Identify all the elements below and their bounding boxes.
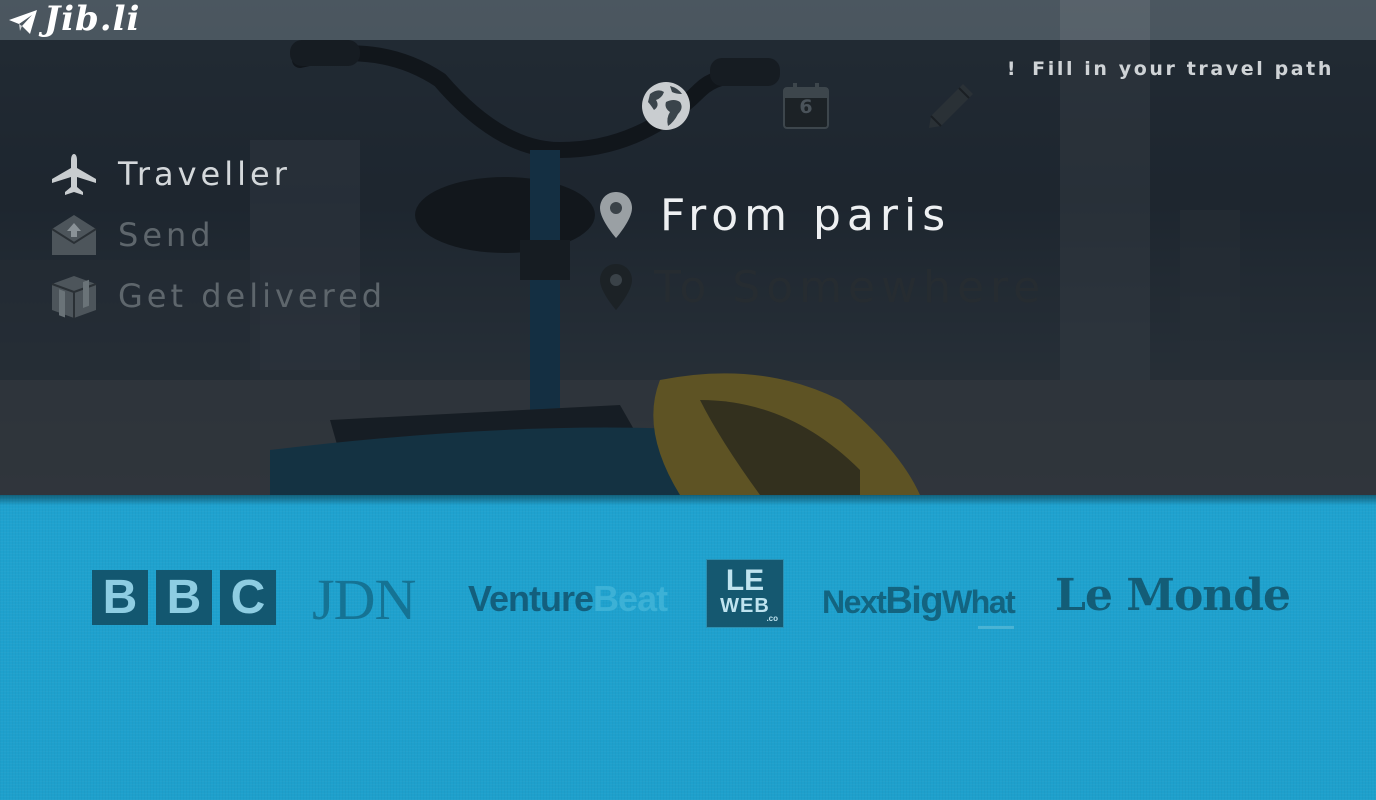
press-logo-lemonde[interactable]: Le Monde xyxy=(1055,570,1291,621)
pencil-icon xyxy=(929,84,973,128)
top-bar: Jib.li xyxy=(0,0,1376,40)
role-label: Get delivered xyxy=(118,277,387,315)
brand-name: Jib.li xyxy=(44,0,141,39)
role-menu: Traveller Send Get delivered xyxy=(50,145,386,328)
step-route[interactable] xyxy=(640,80,692,132)
step-date[interactable]: 6 xyxy=(780,80,832,132)
venturebeat-part: Venture xyxy=(468,578,594,619)
airplane-icon xyxy=(50,151,100,197)
globe-icon xyxy=(642,82,690,130)
calendar-day: 6 xyxy=(799,96,813,118)
route-from-row xyxy=(598,185,1280,245)
step-indicator: 6 xyxy=(640,80,980,136)
paper-plane-icon xyxy=(9,10,37,34)
press-logo-bbc[interactable]: B B C xyxy=(92,570,276,625)
press-logo-leweb[interactable]: LE WEB .co xyxy=(706,559,784,628)
nextbigwhat-part: What xyxy=(942,584,1016,620)
role-label: Traveller xyxy=(118,155,291,193)
press-band xyxy=(0,495,1376,800)
role-get-delivered[interactable]: Get delivered xyxy=(50,267,386,325)
map-pin-icon xyxy=(600,192,632,238)
hint-exclamation: ! xyxy=(1006,58,1019,80)
map-pin-icon xyxy=(600,264,632,310)
role-traveller[interactable]: Traveller xyxy=(50,145,386,203)
leweb-web: WEB xyxy=(720,595,770,617)
venturebeat-part: Beat xyxy=(593,578,668,619)
press-shadow xyxy=(0,495,1376,505)
press-logo-venturebeat[interactable]: VentureBeat xyxy=(468,578,668,620)
press-logo-jdn[interactable]: JDN xyxy=(312,566,416,633)
travel-hint: ! Fill in your travel path xyxy=(1007,58,1334,80)
from-input[interactable] xyxy=(660,189,1280,241)
nextbigwhat-part: Big xyxy=(885,580,943,622)
bbc-letter: C xyxy=(220,570,276,625)
leweb-le: LE xyxy=(725,564,765,597)
route-to-row xyxy=(598,257,1280,317)
nextbigwhat-part: Next xyxy=(822,584,887,620)
role-label: Send xyxy=(118,216,215,254)
bbc-letter: B xyxy=(156,570,212,625)
press-logo-nextbigwhat[interactable]: NextBigWhat xyxy=(822,580,1016,629)
package-icon xyxy=(50,273,100,319)
to-input[interactable] xyxy=(654,261,1274,313)
route-form xyxy=(598,185,1280,329)
role-send[interactable]: Send xyxy=(50,206,386,264)
brand-logo[interactable]: Jib.li xyxy=(8,2,140,42)
bbc-letter: B xyxy=(92,570,148,625)
leweb-co: .co xyxy=(766,614,778,623)
outbox-icon xyxy=(50,212,100,258)
step-details[interactable] xyxy=(925,80,977,132)
hint-text: Fill in your travel path xyxy=(1032,58,1334,80)
nextbigwhat-underline xyxy=(978,626,1015,629)
